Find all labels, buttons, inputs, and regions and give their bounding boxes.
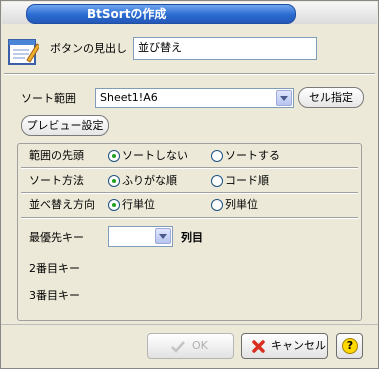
title-bar[interactable]: BtSortの作成	[2, 2, 377, 24]
select-cells-button[interactable]: セル指定	[298, 87, 364, 108]
column-unit-label: 列目	[181, 231, 203, 244]
sort-range-label: ソート範囲	[21, 92, 76, 105]
sort-range-value: Sheet1!A6	[100, 91, 158, 104]
radio-no-sort[interactable]	[108, 150, 120, 162]
sort-method-label: ソート方法	[29, 174, 84, 187]
select-cells-button-label: セル指定	[309, 91, 353, 104]
radio-sort-label[interactable]: ソートする	[225, 149, 280, 163]
header-divider	[4, 73, 375, 75]
preview-settings-button[interactable]: プレビュー設定	[21, 115, 109, 136]
radio-by-row[interactable]	[108, 199, 120, 211]
direction-label: 並べ替え方向	[29, 198, 95, 211]
help-button[interactable]: ?	[336, 333, 363, 359]
head-row-label: 範囲の先頭	[29, 149, 84, 162]
help-button-label: ?	[346, 339, 354, 352]
radio-sort[interactable]	[211, 150, 223, 162]
caption-label: ボタンの見出し	[50, 42, 127, 55]
primary-key-combo[interactable]	[108, 226, 173, 247]
radio-code-order-label[interactable]: コード順	[225, 174, 269, 188]
caption-input-value: 並び替え	[138, 41, 182, 54]
radio-by-column-label[interactable]: 列単位	[225, 198, 258, 212]
primary-key-label: 最優先キー	[29, 231, 84, 244]
close-icon	[252, 340, 265, 353]
option-divider	[21, 192, 358, 194]
ok-button-label: OK	[192, 339, 208, 352]
secondary-key-label: 2番目キー	[29, 262, 80, 275]
radio-no-sort-label[interactable]: ソートしない	[122, 149, 188, 163]
chevron-down-icon[interactable]	[276, 90, 292, 106]
cancel-button-label: キャンセル	[271, 339, 326, 352]
footer-divider	[1, 324, 378, 325]
help-icon: ?	[342, 338, 358, 354]
title-pill: BtSortの作成	[26, 4, 296, 24]
cancel-button[interactable]: キャンセル	[241, 333, 328, 359]
ok-button[interactable]: OK	[147, 333, 234, 359]
option-divider	[21, 217, 358, 219]
window-title: BtSortの作成	[87, 7, 167, 21]
dialog-window: BtSortの作成 ボタンの見出し 並び替え ソート範囲 Sheet1!A6 セ…	[0, 0, 379, 369]
radio-by-row-label[interactable]: 行単位	[122, 198, 155, 212]
radio-furigana-label[interactable]: ふりがな順	[122, 174, 177, 188]
radio-by-column[interactable]	[211, 199, 223, 211]
radio-code-order[interactable]	[211, 175, 223, 187]
notepad-icon	[8, 39, 39, 65]
caption-input[interactable]: 並び替え	[133, 37, 317, 60]
chevron-down-icon[interactable]	[155, 228, 171, 244]
tertiary-key-label: 3番目キー	[29, 289, 80, 302]
check-icon	[171, 341, 185, 353]
preview-settings-label: プレビュー設定	[26, 119, 104, 132]
radio-furigana[interactable]	[108, 175, 120, 187]
sort-range-combo[interactable]: Sheet1!A6	[95, 88, 294, 108]
option-divider	[21, 167, 358, 169]
